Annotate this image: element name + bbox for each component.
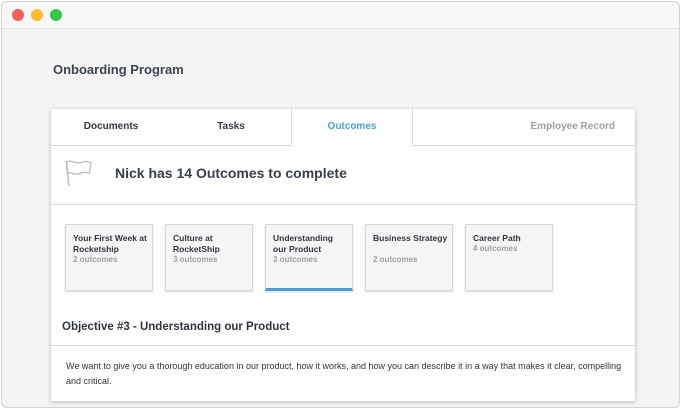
objective-description: We want to give you a thorough education… [66, 361, 622, 386]
objective-title: Objective #3 - Understanding our Product [62, 321, 290, 333]
outcome-card-first-week[interactable]: Your First Week at Rocketship 2 outcomes [65, 224, 153, 291]
title-bar [2, 2, 679, 29]
zoom-window-button[interactable] [50, 9, 62, 21]
outcome-card-product[interactable]: Understanding our Product 3 outcomes [265, 224, 353, 291]
outcome-card-title: Culture at RocketShip [173, 233, 220, 254]
tab-documents[interactable]: Documents [51, 109, 171, 145]
tab-outcomes[interactable]: Outcomes [291, 109, 413, 146]
outcome-card-count: 2 outcomes [373, 255, 418, 264]
tab-tasks[interactable]: Tasks [171, 109, 291, 145]
app-window: Onboarding Program Documents Tasks Outco… [1, 1, 680, 408]
outcome-card-business-strategy[interactable]: Business Strategy 2 outcomes [365, 224, 453, 291]
outcome-card-title: Your First Week at Rocketship [73, 233, 147, 254]
divider [51, 345, 635, 346]
outcome-card-count: 4 outcomes [473, 244, 518, 253]
outcome-card-career-path[interactable]: Career Path 4 outcomes [465, 224, 553, 291]
page-title: Onboarding Program [53, 62, 184, 77]
tab-employee-record[interactable]: Employee Record [531, 109, 615, 145]
close-window-button[interactable] [12, 9, 24, 21]
outcome-card-title: Business Strategy [373, 233, 448, 243]
outcomes-summary: Nick has 14 Outcomes to complete [51, 146, 635, 205]
outcome-card-count: 3 outcomes [173, 255, 218, 264]
onboarding-card: Documents Tasks Outcomes Employee Record… [51, 109, 635, 401]
tab-bar: Documents Tasks Outcomes Employee Record [51, 109, 635, 146]
outcome-card-culture[interactable]: Culture at RocketShip 3 outcomes [165, 224, 253, 291]
outcome-card-title: Career Path [473, 233, 521, 243]
flag-icon [65, 160, 92, 187]
minimize-window-button[interactable] [31, 9, 43, 21]
outcome-card-title: Understanding our Product [273, 233, 333, 254]
outcome-card-count: 3 outcomes [273, 255, 318, 264]
outcomes-headline: Nick has 14 Outcomes to complete [115, 165, 347, 181]
outcome-card-count: 2 outcomes [73, 255, 118, 264]
